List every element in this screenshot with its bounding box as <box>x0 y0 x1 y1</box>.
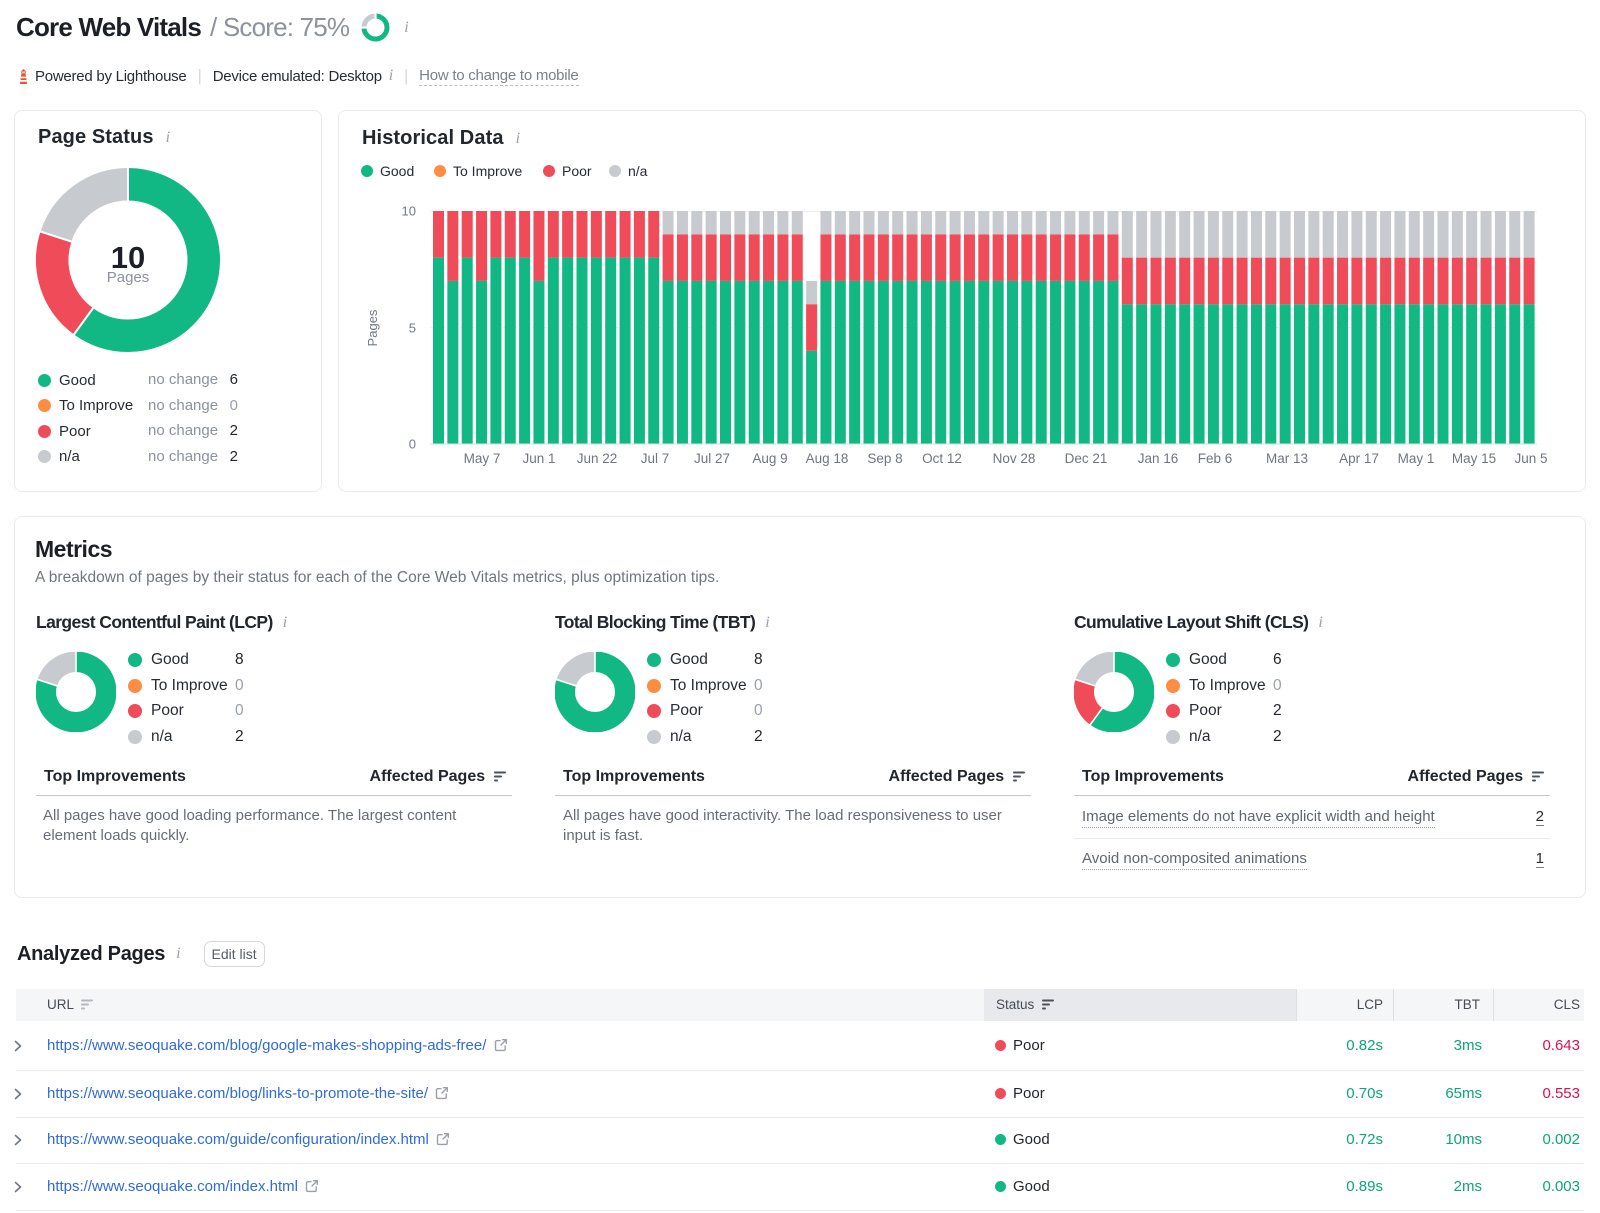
svg-text:0: 0 <box>409 437 416 452</box>
svg-text:Jan 16: Jan 16 <box>1138 451 1179 466</box>
svg-text:Dec 21: Dec 21 <box>1065 451 1108 466</box>
svg-text:Aug 18: Aug 18 <box>806 451 849 466</box>
svg-text:10: 10 <box>402 204 416 219</box>
svg-text:Feb 6: Feb 6 <box>1198 451 1233 466</box>
svg-text:Apr 17: Apr 17 <box>1339 451 1379 466</box>
svg-text:Oct 12: Oct 12 <box>922 451 962 466</box>
svg-text:May 15: May 15 <box>1452 451 1496 466</box>
svg-text:Jun 22: Jun 22 <box>577 451 618 466</box>
svg-text:Jun 5: Jun 5 <box>1514 451 1547 466</box>
svg-text:5: 5 <box>409 321 416 336</box>
svg-text:Pages: Pages <box>365 309 380 346</box>
svg-text:Aug 9: Aug 9 <box>752 451 787 466</box>
svg-text:Nov 28: Nov 28 <box>993 451 1036 466</box>
svg-text:Jul 27: Jul 27 <box>694 451 730 466</box>
svg-text:Sep 8: Sep 8 <box>867 451 902 466</box>
svg-text:Jun 1: Jun 1 <box>522 451 555 466</box>
svg-text:Mar 13: Mar 13 <box>1266 451 1308 466</box>
svg-text:May 7: May 7 <box>464 451 501 466</box>
svg-text:Jul 7: Jul 7 <box>641 451 670 466</box>
svg-text:May 1: May 1 <box>1398 451 1435 466</box>
